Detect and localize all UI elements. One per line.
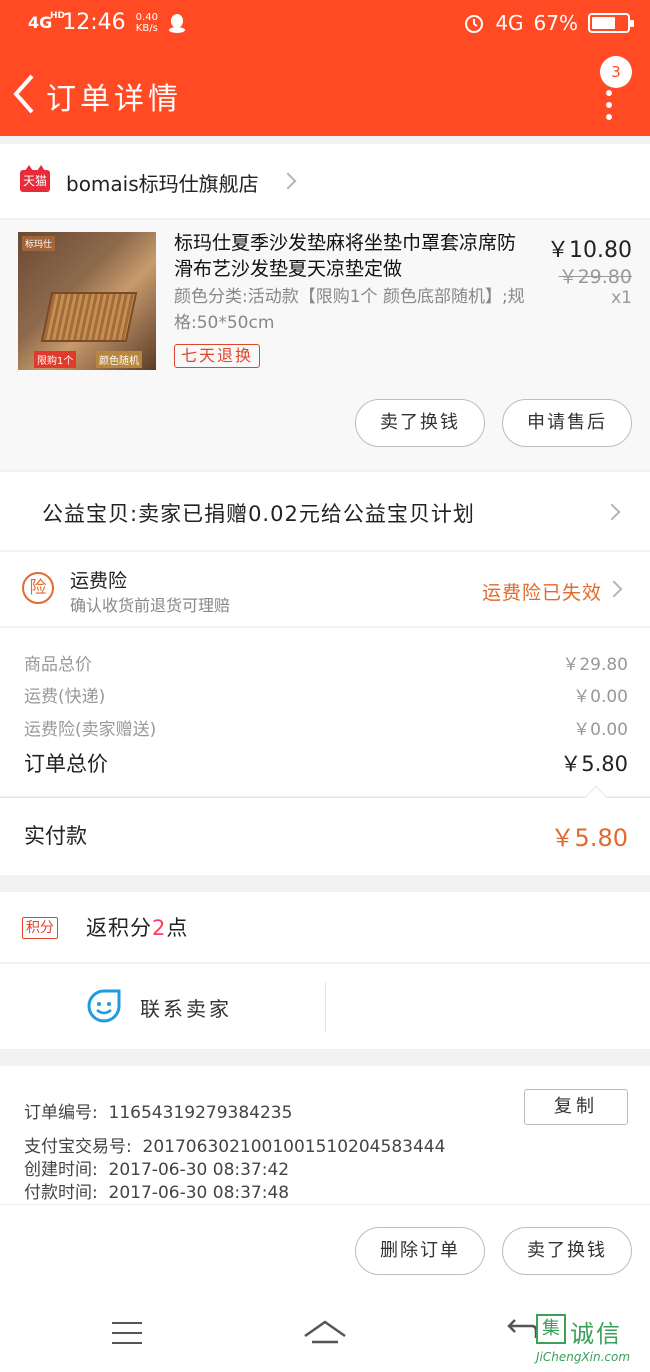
battery-percent: 67% <box>533 11 578 35</box>
network-speed: 0.40 KB/s <box>135 11 158 34</box>
price-summary: 商品总价 ￥29.80 运费(快递) ￥0.00 运费险(卖家赠送) ￥0.00 订单… <box>0 628 650 796</box>
product-card[interactable]: 标玛仕 限购1个 颜色随机 标玛仕夏季沙发垫麻将坐垫巾罩套凉席防滑布艺沙发垫夏天… <box>0 220 650 470</box>
system-back-icon[interactable] <box>506 1316 538 1346</box>
watermark-logo: 集 <box>536 1314 566 1344</box>
battery-icon <box>588 13 634 33</box>
message-badge[interactable]: 3 <box>600 56 632 88</box>
product-original-price: ￥29.80 <box>558 266 632 288</box>
paid-label: 实付款 <box>24 824 87 848</box>
paid-row: 实付款 ￥5.80 <box>0 785 650 875</box>
shop-name: bomais标玛仕旗舰店 <box>66 172 259 196</box>
summary-row-insurance: 运费险(卖家赠送) ￥0.00 <box>24 720 628 740</box>
payment-time: 付款时间: 2017-06-30 08:37:48 <box>24 1183 290 1203</box>
signal-indicator: 4G HD <box>28 11 66 32</box>
shop-row[interactable]: 天猫 bomais标玛仕旗舰店 <box>0 144 650 218</box>
thumb-brand: 标玛仕 <box>22 236 56 251</box>
charity-row[interactable]: 公益宝贝:卖家已捐赠0.02元给公益宝贝计划 <box>0 472 650 550</box>
watermark-url: JiChengXin.com <box>536 1350 631 1364</box>
copy-button[interactable]: 复制 <box>524 1089 628 1125</box>
order-number: 订单编号: 11654319279384235 <box>24 1103 293 1123</box>
after-sale-button[interactable]: 申请售后 <box>502 399 632 447</box>
created-time: 创建时间: 2017-06-30 08:37:42 <box>24 1160 290 1180</box>
paid-amount: ￥5.80 <box>550 824 628 852</box>
seat-cushion-image <box>40 292 138 342</box>
insurance-subtitle: 确认收货前退货可理赔 <box>70 596 231 615</box>
charity-text: 公益宝贝:卖家已捐赠0.02元给公益宝贝计划 <box>42 502 475 526</box>
summary-row-goods: 商品总价 ￥29.80 <box>24 655 628 675</box>
back-arrow-icon[interactable] <box>10 72 40 116</box>
order-info: 订单编号: 11654319279384235 复制 支付宝交易号: 20170… <box>0 1066 650 1204</box>
status-bar: 4G HD 12:46 0.40 KB/s 4G 67% <box>0 0 650 50</box>
points-badge: 积分 <box>22 917 58 939</box>
insurance-icon: 险 <box>22 572 54 604</box>
chat-smiley-icon[interactable] <box>86 988 122 1024</box>
home-icon[interactable] <box>302 1318 348 1346</box>
clock: 12:46 <box>62 10 126 35</box>
bottom-action-bar: 删除订单 卖了换钱 <box>0 1204 650 1294</box>
chevron-right-icon <box>605 580 623 598</box>
insurance-title: 运费险 <box>70 570 128 592</box>
page-title: 订单详情 <box>46 82 182 117</box>
insurance-status: 运费险已失效 <box>481 582 602 604</box>
product-spec: 颜色分类:活动款【限购1个 颜色底部随机】;规格:50*50cm <box>174 287 525 333</box>
product-quantity: x1 <box>611 288 632 308</box>
shipping-insurance-row[interactable]: 险 运费险 确认收货前退货可理赔 运费险已失效 <box>0 552 650 626</box>
resell-button[interactable]: 卖了换钱 <box>355 399 485 447</box>
alarm-icon <box>465 15 484 33</box>
more-menu-icon[interactable] <box>606 90 612 122</box>
product-thumbnail[interactable]: 标玛仕 限购1个 颜色随机 <box>18 232 156 370</box>
watermark-name: 诚信 <box>570 1320 622 1348</box>
product-title: 标玛仕夏季沙发垫麻将坐垫巾罩套凉席防滑布艺沙发垫夏天凉垫定做 <box>174 232 517 280</box>
product-price: ￥10.80 <box>547 238 632 263</box>
network-type: 4G <box>495 11 524 35</box>
chevron-right-icon <box>279 172 297 190</box>
nav-bar: 订单详情 3 <box>0 50 650 136</box>
summary-row-total: 订单总价 ￥5.80 <box>24 752 628 776</box>
qq-icon <box>168 13 185 33</box>
delete-order-button[interactable]: 删除订单 <box>355 1227 485 1275</box>
contact-row: 联系卖家 <box>0 963 650 1049</box>
points-text: 返积分2点 <box>86 916 189 940</box>
tmall-icon: 天猫 <box>20 165 50 192</box>
thumb-tag-color: 颜色随机 <box>96 351 142 368</box>
alipay-trade-number: 支付宝交易号: 2017063021001001510204583444 <box>24 1137 446 1157</box>
points-row: 积分 返积分2点 <box>0 892 650 962</box>
divider <box>325 982 326 1032</box>
thumb-tag-limit: 限购1个 <box>34 351 77 368</box>
summary-row-shipping: 运费(快递) ￥0.00 <box>24 687 628 707</box>
menu-icon[interactable] <box>112 1322 142 1344</box>
chevron-right-icon <box>603 503 621 521</box>
contact-seller-button[interactable]: 联系卖家 <box>140 993 232 1022</box>
resell-button-bottom[interactable]: 卖了换钱 <box>502 1227 632 1275</box>
system-nav-bar: 集 诚信 JiChengXin.com <box>0 1294 650 1372</box>
watermark: 集 诚信 JiChengXin.com <box>536 1314 646 1370</box>
return-policy-tag: 七天退换 <box>174 344 261 368</box>
